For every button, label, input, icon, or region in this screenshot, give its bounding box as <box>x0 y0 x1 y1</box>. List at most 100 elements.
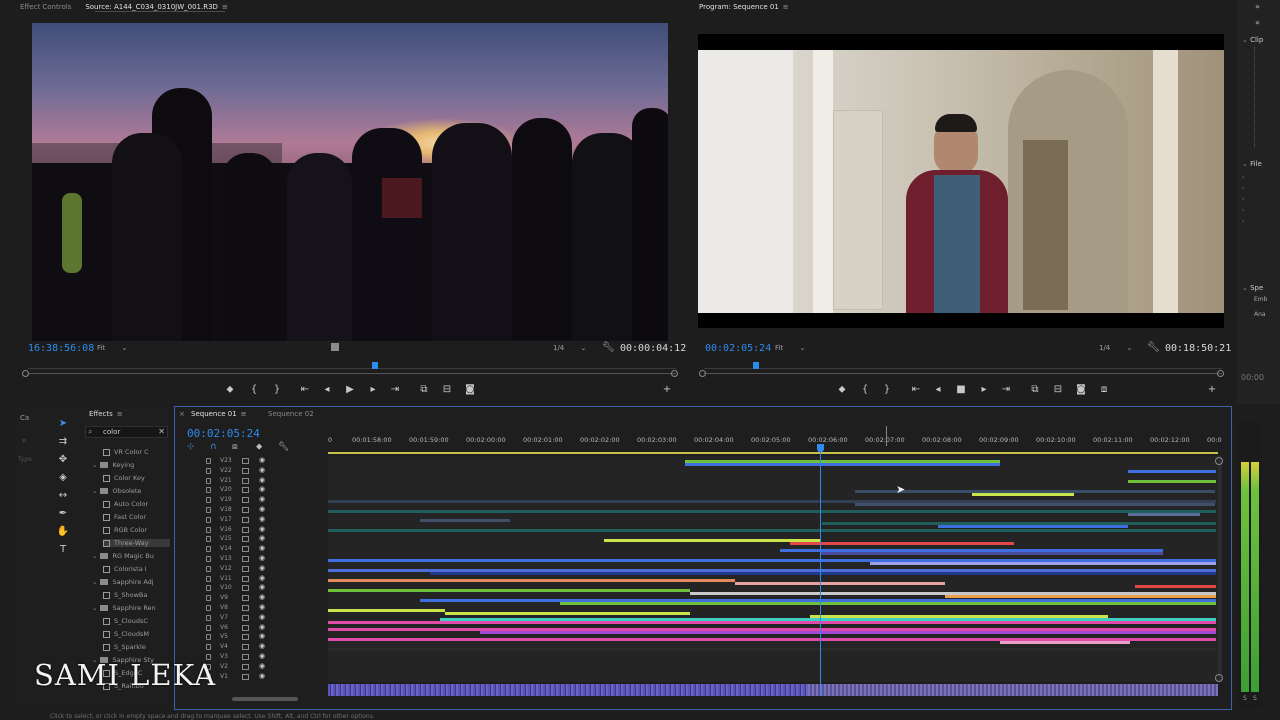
chevron-down-icon[interactable]: ⌄ <box>92 604 97 612</box>
timeline-clip[interactable] <box>480 631 1216 635</box>
chevron-down-icon[interactable]: ⌄ <box>92 552 97 560</box>
timeline-clip[interactable] <box>685 463 1000 466</box>
source-scrubbar[interactable] <box>28 373 676 374</box>
track-label[interactable]: V23 <box>220 457 232 464</box>
timeline-playhead-head[interactable] <box>817 444 824 452</box>
linked-selection-icon[interactable]: ∩ <box>210 442 217 452</box>
eye-icon[interactable]: ◉ <box>259 456 265 464</box>
lock-icon[interactable] <box>206 565 211 572</box>
program-scrubbar[interactable] <box>704 373 1222 374</box>
track-label[interactable]: V20 <box>220 486 232 493</box>
sync-lock-icon[interactable] <box>242 526 249 533</box>
add-marker-icon[interactable]: ⬥ <box>835 384 849 395</box>
track-label[interactable]: V1 <box>220 673 228 680</box>
eye-icon[interactable]: ◉ <box>259 632 265 640</box>
track-select-tool-icon[interactable]: ⇉ <box>56 436 70 448</box>
export-frame-icon[interactable]: ◙ <box>1074 384 1088 395</box>
effects-item[interactable]: Auto Color <box>103 500 148 508</box>
lock-icon[interactable] <box>206 487 211 494</box>
sync-lock-icon[interactable] <box>242 644 249 651</box>
effects-item[interactable]: Colorista I <box>103 565 147 573</box>
captions-tab[interactable]: Ca <box>20 414 29 422</box>
sync-lock-icon[interactable] <box>242 487 249 494</box>
eye-icon[interactable]: ◉ <box>259 583 265 591</box>
embed-item[interactable]: Emb <box>1254 296 1267 303</box>
timeline-clip[interactable] <box>1135 584 1216 588</box>
timeline-clip[interactable] <box>328 648 1216 652</box>
lock-icon[interactable] <box>206 644 211 651</box>
work-area-bar[interactable] <box>328 452 1218 454</box>
extract-icon[interactable]: ⊟ <box>1051 384 1065 395</box>
sync-lock-icon[interactable] <box>242 546 249 553</box>
timeline-clip[interactable] <box>735 581 945 585</box>
eye-icon[interactable]: ◉ <box>259 672 265 680</box>
effects-item[interactable]: S_CloudsM <box>103 630 149 638</box>
wrench-icon[interactable]: 🔧︎ <box>1147 342 1160 353</box>
sync-lock-icon[interactable] <box>242 516 249 523</box>
eye-icon[interactable]: ◉ <box>259 534 265 542</box>
track-label[interactable]: V4 <box>220 643 228 650</box>
effects-folder[interactable]: ⌄ RG Magic Bu <box>92 552 154 560</box>
search-icon[interactable]: ⌕ <box>22 436 26 446</box>
timeline-clip[interactable] <box>445 611 690 615</box>
lock-icon[interactable] <box>206 624 211 631</box>
sync-lock-icon[interactable] <box>242 624 249 631</box>
timeline-clip[interactable] <box>1128 512 1200 516</box>
timeline-clip[interactable] <box>790 542 1014 546</box>
analyze-item[interactable]: Ana <box>1254 311 1266 318</box>
lock-icon[interactable] <box>206 458 211 464</box>
sync-lock-icon[interactable] <box>242 497 249 504</box>
eye-icon[interactable]: ◉ <box>259 554 265 562</box>
mark-out-icon[interactable]: } <box>270 384 284 395</box>
tab-effects[interactable]: Effects ≡ <box>89 410 123 418</box>
program-time-ruler[interactable] <box>704 361 1222 369</box>
source-timecode[interactable]: 16:38:56:08 <box>28 343 94 354</box>
timeline-clip[interactable] <box>870 562 1216 565</box>
lock-icon[interactable] <box>206 585 211 592</box>
timeline-clip[interactable] <box>855 502 1215 506</box>
chevron-down-icon[interactable]: ⌄ <box>92 487 97 495</box>
lock-icon[interactable] <box>206 467 211 474</box>
timeline-clip[interactable] <box>972 492 1074 496</box>
eye-icon[interactable]: ◉ <box>259 564 265 572</box>
track-label[interactable]: V7 <box>220 614 228 621</box>
add-button-icon[interactable]: + <box>1205 384 1219 395</box>
sync-lock-icon[interactable] <box>242 507 249 513</box>
timeline-clip[interactable] <box>820 552 1163 556</box>
eye-icon[interactable]: ◉ <box>259 525 265 533</box>
timeline-clip[interactable] <box>1128 479 1216 483</box>
track-label[interactable]: V5 <box>220 633 228 640</box>
track-label[interactable]: V22 <box>220 467 232 474</box>
effects-item[interactable]: VR Color C <box>103 448 149 456</box>
tab-sequence-02[interactable]: Sequence 02 <box>268 410 314 418</box>
sync-lock-icon[interactable] <box>242 556 249 562</box>
eye-icon[interactable]: ◉ <box>259 574 265 582</box>
source-playhead[interactable] <box>372 362 378 369</box>
sync-lock-icon[interactable] <box>242 565 249 572</box>
timeline-clip[interactable] <box>1128 469 1216 473</box>
slip-tool-icon[interactable]: ↔ <box>56 490 70 502</box>
comparison-view-icon[interactable]: ⧈ <box>1097 384 1111 395</box>
solo-right-button[interactable]: S <box>1253 695 1257 702</box>
selection-tool-icon[interactable]: ➤ <box>56 418 70 430</box>
sync-lock-icon[interactable] <box>242 605 249 611</box>
step-back-icon[interactable]: ◂ <box>320 384 334 395</box>
eye-icon[interactable]: ◉ <box>259 466 265 474</box>
effects-item[interactable]: S_CloudsC <box>103 617 148 625</box>
timeline-clip[interactable] <box>328 608 445 612</box>
mark-out-icon[interactable]: } <box>880 384 894 395</box>
track-label[interactable]: V9 <box>220 594 228 601</box>
eye-icon[interactable]: ◉ <box>259 652 265 660</box>
menu-icon[interactable]: ≡ <box>241 410 247 418</box>
track-label[interactable]: V3 <box>220 653 228 660</box>
eye-icon[interactable]: ◉ <box>259 603 265 611</box>
effects-search-field[interactable]: ⌕ color ✕ <box>85 426 168 438</box>
eye-icon[interactable]: ◉ <box>259 476 265 484</box>
chevron-down-icon[interactable]: ⌄ <box>92 578 97 586</box>
effects-item[interactable]: S_ShowBa <box>103 591 147 599</box>
mark-in-icon[interactable]: { <box>858 384 872 395</box>
tab-sequence-01[interactable]: Sequence 01 ≡ <box>191 410 247 418</box>
effects-item[interactable]: Fast Color <box>103 513 146 521</box>
add-button-icon[interactable]: + <box>660 384 674 395</box>
pen-tool-icon[interactable]: ✒ <box>56 508 70 520</box>
